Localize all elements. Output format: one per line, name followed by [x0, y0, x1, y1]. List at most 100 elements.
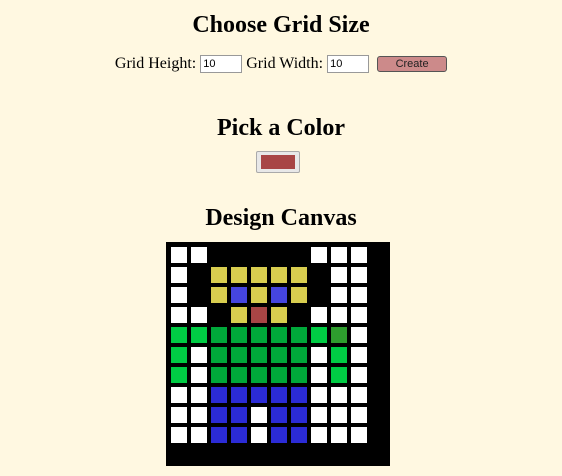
- grid-cell[interactable]: [310, 326, 328, 344]
- grid-cell[interactable]: [190, 386, 208, 404]
- grid-cell[interactable]: [290, 286, 308, 304]
- grid-cell[interactable]: [250, 346, 268, 364]
- color-picker[interactable]: [256, 151, 300, 173]
- grid-cell[interactable]: [250, 366, 268, 384]
- grid-cell[interactable]: [190, 286, 208, 304]
- grid-width-input[interactable]: [327, 55, 370, 73]
- grid-cell[interactable]: [330, 326, 348, 344]
- grid-cell[interactable]: [350, 306, 368, 324]
- grid-cell[interactable]: [350, 266, 368, 284]
- grid-cell[interactable]: [290, 266, 308, 284]
- grid-cell[interactable]: [330, 266, 348, 284]
- grid-cell[interactable]: [230, 306, 248, 324]
- grid-cell[interactable]: [210, 366, 228, 384]
- grid-cell[interactable]: [210, 266, 228, 284]
- grid-cell[interactable]: [350, 246, 368, 264]
- grid-cell[interactable]: [290, 406, 308, 424]
- grid-cell[interactable]: [270, 346, 288, 364]
- grid-cell[interactable]: [190, 366, 208, 384]
- grid-cell[interactable]: [190, 266, 208, 284]
- grid-cell[interactable]: [230, 406, 248, 424]
- grid-cell[interactable]: [190, 406, 208, 424]
- grid-cell[interactable]: [230, 326, 248, 344]
- grid-cell[interactable]: [230, 266, 248, 284]
- grid-cell[interactable]: [310, 366, 328, 384]
- grid-cell[interactable]: [170, 306, 188, 324]
- grid-cell[interactable]: [210, 286, 228, 304]
- grid-cell[interactable]: [310, 286, 328, 304]
- grid-cell[interactable]: [330, 426, 348, 444]
- grid-cell[interactable]: [230, 286, 248, 304]
- grid-cell[interactable]: [190, 426, 208, 444]
- grid-cell[interactable]: [310, 426, 328, 444]
- grid-cell[interactable]: [170, 266, 188, 284]
- grid-cell[interactable]: [210, 246, 228, 264]
- grid-cell[interactable]: [330, 306, 348, 324]
- grid-cell[interactable]: [330, 406, 348, 424]
- grid-cell[interactable]: [210, 306, 228, 324]
- grid-cell[interactable]: [210, 346, 228, 364]
- grid-cell[interactable]: [310, 266, 328, 284]
- grid-cell[interactable]: [310, 306, 328, 324]
- grid-cell[interactable]: [170, 326, 188, 344]
- grid-cell[interactable]: [330, 346, 348, 364]
- grid-cell[interactable]: [290, 426, 308, 444]
- grid-cell[interactable]: [210, 326, 228, 344]
- grid-cell[interactable]: [270, 426, 288, 444]
- grid-cell[interactable]: [250, 306, 268, 324]
- grid-cell[interactable]: [270, 246, 288, 264]
- grid-cell[interactable]: [330, 386, 348, 404]
- grid-cell[interactable]: [270, 386, 288, 404]
- grid-cell[interactable]: [190, 306, 208, 324]
- grid-cell[interactable]: [310, 346, 328, 364]
- grid-cell[interactable]: [270, 306, 288, 324]
- grid-cell[interactable]: [170, 426, 188, 444]
- grid-cell[interactable]: [350, 286, 368, 304]
- grid-height-input[interactable]: [200, 55, 243, 73]
- grid-cell[interactable]: [330, 246, 348, 264]
- grid-cell[interactable]: [290, 246, 308, 264]
- grid-cell[interactable]: [230, 386, 248, 404]
- grid-cell[interactable]: [350, 406, 368, 424]
- grid-cell[interactable]: [330, 366, 348, 384]
- grid-cell[interactable]: [250, 406, 268, 424]
- grid-cell[interactable]: [310, 406, 328, 424]
- grid-cell[interactable]: [210, 406, 228, 424]
- grid-cell[interactable]: [330, 286, 348, 304]
- grid-cell[interactable]: [210, 426, 228, 444]
- grid-cell[interactable]: [350, 426, 368, 444]
- grid-cell[interactable]: [350, 326, 368, 344]
- grid-cell[interactable]: [290, 306, 308, 324]
- grid-cell[interactable]: [250, 286, 268, 304]
- grid-cell[interactable]: [170, 386, 188, 404]
- grid-cell[interactable]: [230, 366, 248, 384]
- grid-cell[interactable]: [250, 266, 268, 284]
- grid-cell[interactable]: [350, 386, 368, 404]
- grid-cell[interactable]: [310, 386, 328, 404]
- grid-cell[interactable]: [230, 346, 248, 364]
- grid-cell[interactable]: [250, 386, 268, 404]
- grid-cell[interactable]: [250, 426, 268, 444]
- grid-cell[interactable]: [270, 286, 288, 304]
- grid-cell[interactable]: [270, 366, 288, 384]
- create-button[interactable]: Create: [377, 56, 448, 72]
- grid-cell[interactable]: [290, 326, 308, 344]
- grid-cell[interactable]: [270, 266, 288, 284]
- grid-cell[interactable]: [350, 346, 368, 364]
- grid-cell[interactable]: [190, 346, 208, 364]
- grid-cell[interactable]: [230, 246, 248, 264]
- grid-cell[interactable]: [170, 366, 188, 384]
- grid-cell[interactable]: [170, 286, 188, 304]
- grid-cell[interactable]: [290, 386, 308, 404]
- grid-cell[interactable]: [210, 386, 228, 404]
- grid-cell[interactable]: [270, 326, 288, 344]
- grid-cell[interactable]: [250, 246, 268, 264]
- grid-cell[interactable]: [190, 326, 208, 344]
- grid-cell[interactable]: [350, 366, 368, 384]
- grid-cell[interactable]: [170, 346, 188, 364]
- grid-cell[interactable]: [250, 326, 268, 344]
- grid-cell[interactable]: [270, 406, 288, 424]
- grid-cell[interactable]: [170, 406, 188, 424]
- grid-cell[interactable]: [290, 366, 308, 384]
- grid-cell[interactable]: [230, 426, 248, 444]
